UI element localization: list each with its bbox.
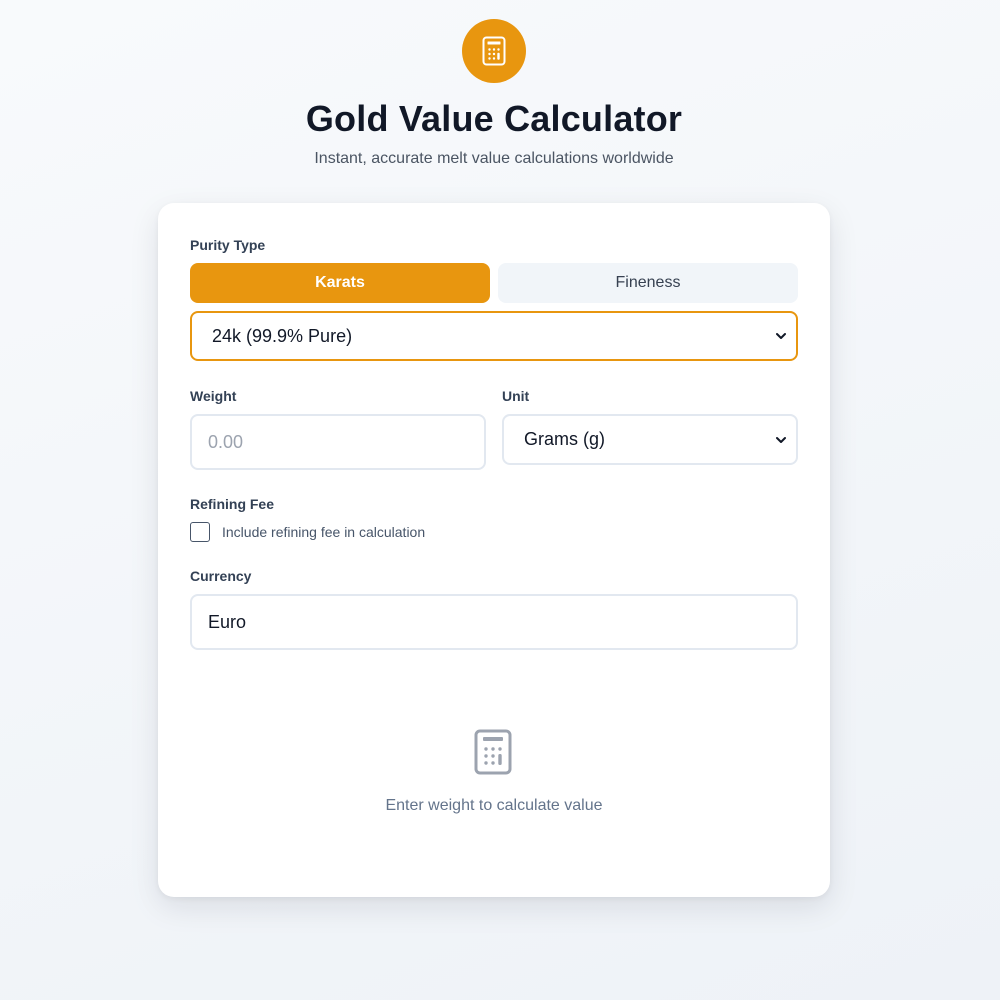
tab-karats[interactable]: Karats (190, 263, 490, 303)
weight-label: Weight (190, 388, 237, 404)
refining-fee-checkbox[interactable] (190, 522, 210, 542)
calculator-card: Purity Type Karats Fineness 24k (99.9% P… (158, 203, 830, 897)
chevron-down-icon (776, 333, 786, 339)
unit-select[interactable]: Grams (g) (502, 414, 798, 465)
page: Gold Value Calculator Instant, accurate … (0, 0, 1000, 1000)
calculator-icon (482, 36, 506, 66)
purity-type-label: Purity Type (190, 237, 266, 253)
calculator-icon (474, 729, 512, 775)
unit-label: Unit (502, 388, 530, 404)
refining-fee-label: Refining Fee (190, 496, 275, 512)
chevron-down-icon (776, 436, 786, 443)
page-subtitle: Instant, accurate melt value calculation… (314, 150, 674, 167)
currency-input[interactable] (190, 594, 798, 650)
unit-select-value: Grams (g) (524, 429, 605, 449)
tab-fineness[interactable]: Fineness (498, 263, 798, 303)
purity-select-value: 24k (99.9% Pure) (212, 325, 353, 346)
currency-label: Currency (190, 568, 252, 584)
page-title: Gold Value Calculator (305, 98, 683, 139)
logo-badge (462, 19, 526, 83)
purity-select[interactable]: 24k (99.9% Pure) (190, 311, 798, 361)
refining-fee-checkbox-label[interactable]: Include refining fee in calculation (222, 524, 425, 540)
weight-input[interactable] (190, 414, 486, 470)
empty-state-message: Enter weight to calculate value (385, 797, 603, 814)
